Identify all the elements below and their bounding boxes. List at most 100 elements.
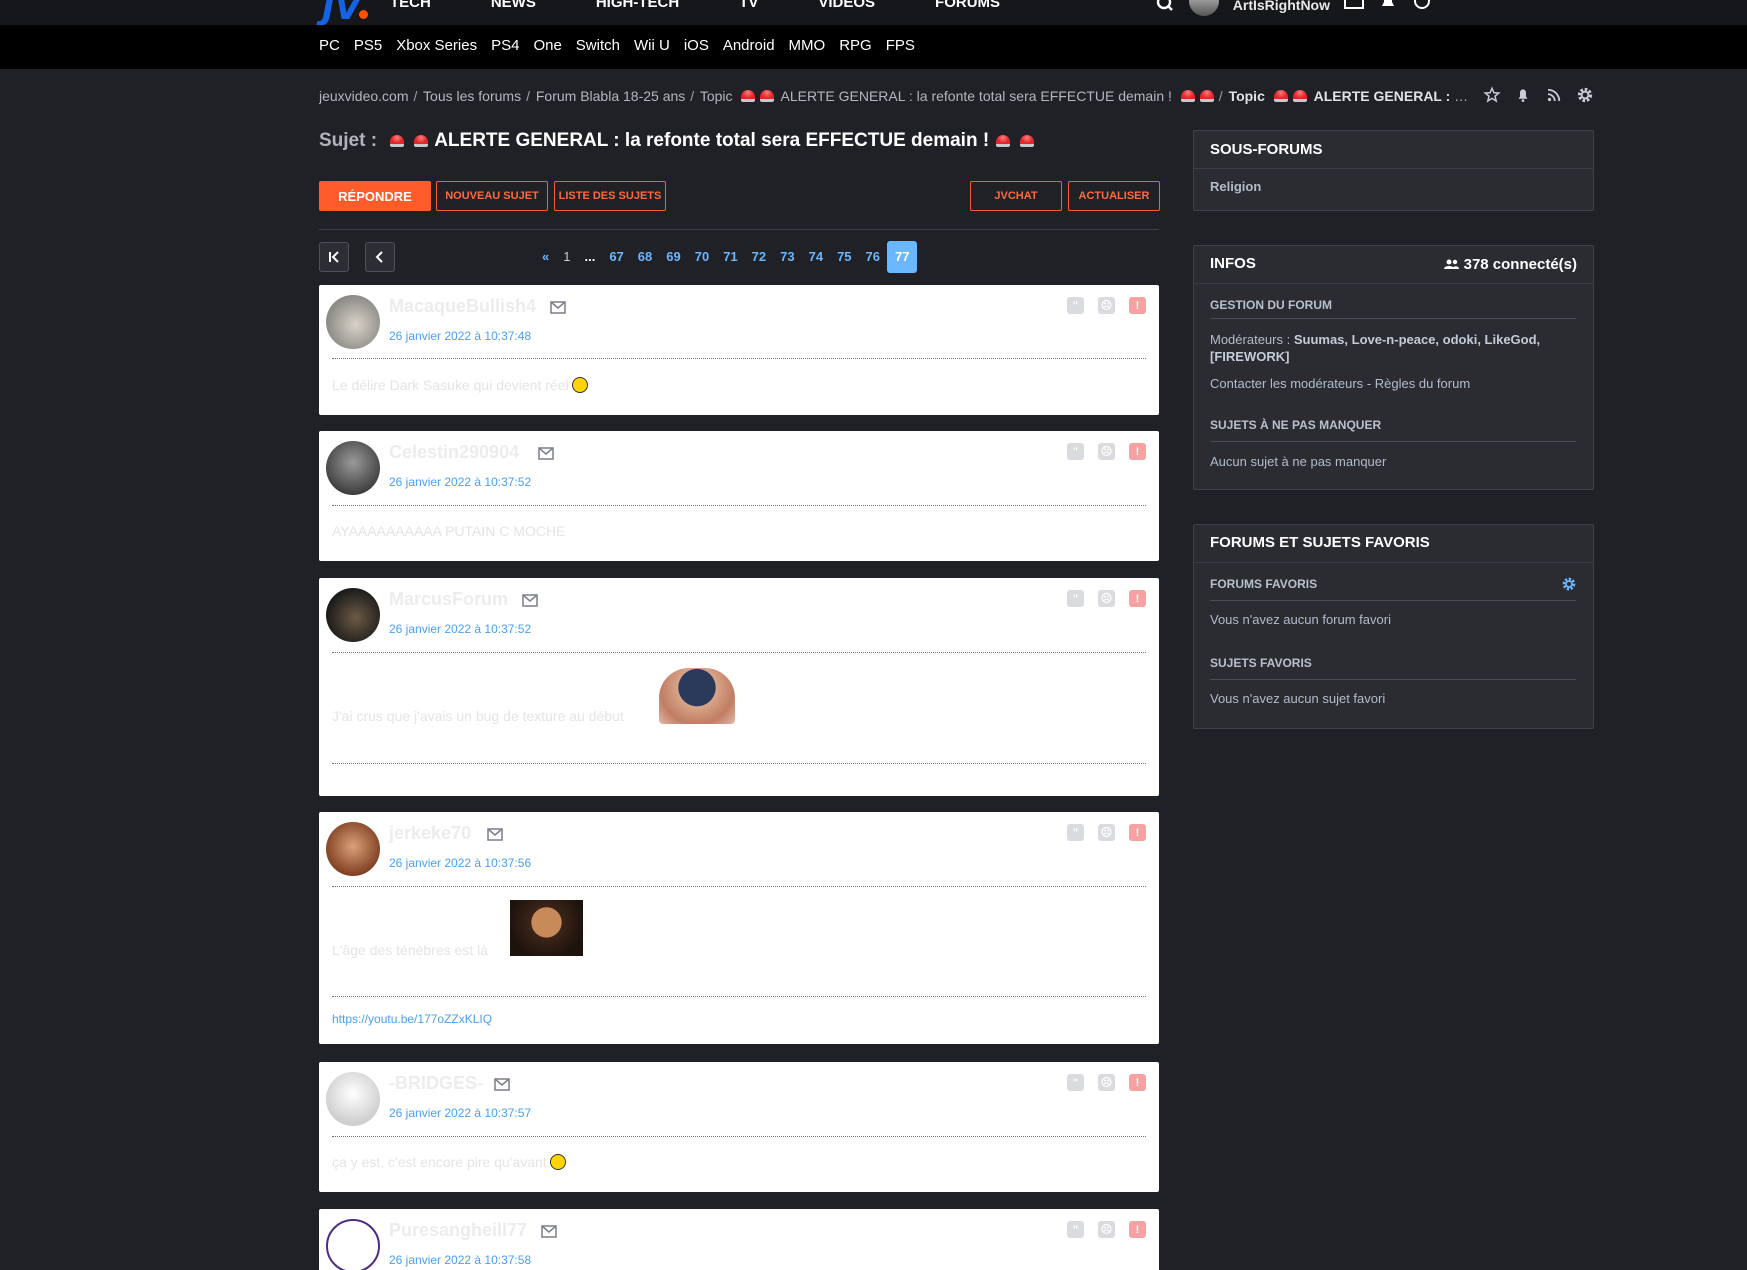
topic-list-button[interactable]: LISTE DES SUJETS [554,181,666,211]
nav-item[interactable]: TV [739,0,758,11]
post-author[interactable]: jerkeke70 [389,823,471,844]
contact-moderators-link[interactable]: Contacter les modérateurs [1210,376,1363,391]
quote-icon[interactable]: " [1067,824,1084,841]
post-author[interactable]: Celestin290904 [389,442,519,463]
quote-icon[interactable]: " [1067,1074,1084,1091]
moderators-list-2[interactable]: [FIREWORK] [1210,349,1289,364]
forum-rules-link[interactable]: Règles du forum [1375,376,1470,391]
page-link[interactable]: 1 [556,241,577,273]
breadcrumb-topic-link[interactable]: ALERTE GENERAL : la refonte total sera E… [781,88,1172,104]
post-date[interactable]: 26 janvier 2022 à 10:37:58 [389,1253,531,1267]
post-date[interactable]: 26 janvier 2022 à 10:37:52 [389,475,531,489]
subforum-link[interactable]: Religion [1210,179,1261,194]
nav-item[interactable]: FORUMS [935,0,1000,11]
post-author[interactable]: Puresangheill77 [389,1220,527,1241]
mail-icon[interactable] [550,301,566,314]
report-icon[interactable]: ! [1129,443,1146,460]
page-link[interactable]: 69 [659,241,687,273]
breadcrumb-link[interactable]: jeuxvideo.com [319,88,409,104]
mail-icon[interactable] [522,594,538,607]
platform-link[interactable]: PC [319,37,340,54]
page-link[interactable]: 76 [859,241,887,273]
platform-link[interactable]: Switch [576,37,620,54]
mail-icon[interactable] [487,828,503,841]
block-user-icon[interactable]: ☹ [1098,1074,1115,1091]
nav-item[interactable]: TECH [390,0,431,11]
gear-icon[interactable] [1576,86,1594,104]
block-user-icon[interactable]: ☹ [1098,824,1115,841]
avatar[interactable] [326,295,380,349]
post-author[interactable]: MacaqueBullish4 [389,296,536,317]
page-link[interactable]: 73 [773,241,801,273]
nav-item[interactable]: VIDEOS [818,0,875,11]
post-date[interactable]: 26 janvier 2022 à 10:37:57 [389,1106,531,1120]
refresh-button[interactable]: ACTUALISER [1068,181,1160,211]
post-author[interactable]: MarcusForum [389,589,508,610]
bell-icon[interactable] [1514,86,1532,104]
first-page-button[interactable] [319,242,349,272]
prev-page-button[interactable] [365,242,395,272]
nav-item[interactable]: HIGH-TECH [596,0,679,11]
avatar[interactable] [326,1219,380,1270]
page-link[interactable]: 74 [802,241,830,273]
platform-link[interactable]: iOS [684,37,709,54]
block-user-icon[interactable]: ☹ [1098,443,1115,460]
quote-icon[interactable]: " [1067,590,1084,607]
mail-icon[interactable] [494,1078,510,1091]
avatar[interactable] [326,1072,380,1126]
user-avatar[interactable] [1188,0,1219,16]
platform-link[interactable]: Wii U [634,37,670,54]
favorites-settings-icon[interactable] [1561,576,1577,597]
report-icon[interactable]: ! [1129,297,1146,314]
block-user-icon[interactable]: ☹ [1098,1221,1115,1238]
youtube-link[interactable]: https://youtu.be/177oZZxKLIQ [332,1012,492,1026]
breadcrumb-link[interactable]: Forum Blabla 18-25 ans [536,88,685,104]
jvchat-button[interactable]: JVCHAT [970,181,1062,211]
platform-link[interactable]: Android [723,37,775,54]
post-date[interactable]: 26 janvier 2022 à 10:37:52 [389,622,531,636]
platform-link[interactable]: RPG [839,37,872,54]
site-logo[interactable]: JV [322,0,368,28]
page-link[interactable]: 72 [745,241,773,273]
page-link[interactable]: 70 [688,241,716,273]
post-date[interactable]: 26 janvier 2022 à 10:37:56 [389,856,531,870]
platform-link[interactable]: Xbox Series [396,37,477,54]
report-icon[interactable]: ! [1129,1221,1146,1238]
page-link[interactable]: 71 [716,241,744,273]
new-topic-button[interactable]: NOUVEAU SUJET [436,181,548,211]
platform-link[interactable]: PS4 [491,37,519,54]
block-user-icon[interactable]: ☹ [1098,297,1115,314]
page-link[interactable]: 75 [830,241,858,273]
avatar[interactable] [326,822,380,876]
breadcrumb-link[interactable]: Tous les forums [423,88,521,104]
post-author[interactable]: -BRIDGES- [389,1073,483,1094]
reply-button[interactable]: RÉPONDRE [319,181,431,211]
breadcrumb-link[interactable]: Topic [700,88,733,104]
star-icon[interactable] [1483,86,1501,104]
report-icon[interactable]: ! [1129,824,1146,841]
power-icon[interactable] [1412,0,1432,16]
user-name[interactable]: ArtIsRightNow [1233,0,1330,13]
avatar[interactable] [326,588,380,642]
platform-link[interactable]: One [533,37,561,54]
block-user-icon[interactable]: ☹ [1098,590,1115,607]
page-prev-all[interactable]: « [535,241,556,273]
platform-link[interactable]: MMO [789,37,826,54]
messages-icon[interactable] [1344,0,1364,16]
report-icon[interactable]: ! [1129,590,1146,607]
page-link[interactable]: 68 [631,241,659,273]
platform-link[interactable]: FPS [886,37,915,54]
post-date[interactable]: 26 janvier 2022 à 10:37:48 [389,329,531,343]
mail-icon[interactable] [538,447,554,460]
avatar[interactable] [326,441,380,495]
page-link[interactable]: 67 [602,241,630,273]
moderators-list[interactable]: Suumas, Love-n-peace, odoki, LikeGod, [1294,332,1540,347]
quote-icon[interactable]: " [1067,1221,1084,1238]
platform-link[interactable]: PS5 [354,37,382,54]
search-icon[interactable] [1155,0,1175,16]
bell-icon[interactable] [1378,0,1398,16]
quote-icon[interactable]: " [1067,443,1084,460]
nav-item[interactable]: NEWS [491,0,536,11]
mail-icon[interactable] [541,1225,557,1238]
quote-icon[interactable]: " [1067,297,1084,314]
